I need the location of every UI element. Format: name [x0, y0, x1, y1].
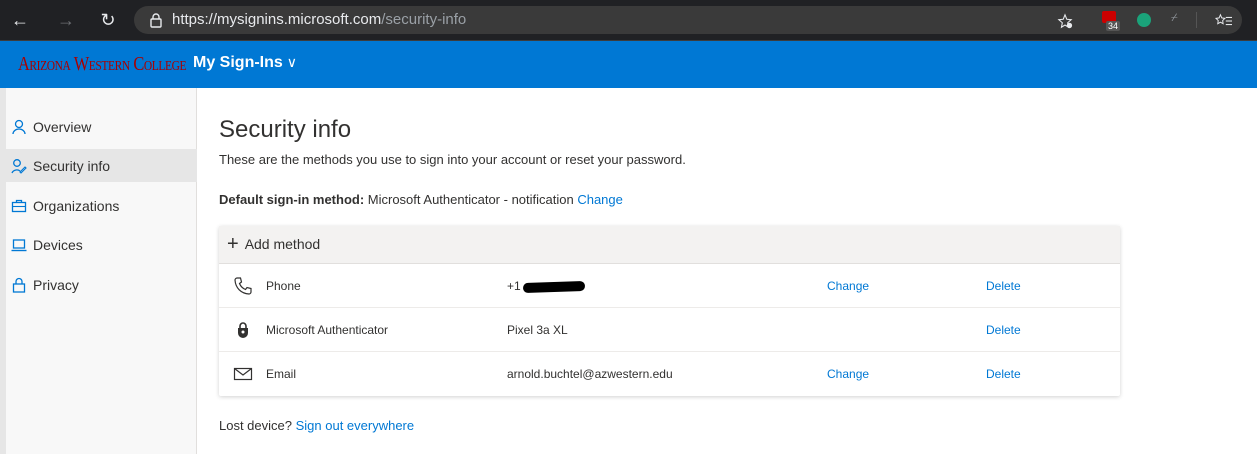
change-default-method-link[interactable]: Change — [577, 192, 623, 207]
change-phone-link[interactable]: Change — [827, 279, 869, 293]
lock-icon — [12, 277, 26, 293]
refresh-icon[interactable]: ↻ — [96, 8, 120, 32]
default-method-value: Microsoft Authenticator - notification — [364, 192, 578, 207]
lost-device-line: Lost device? Sign out everywhere — [219, 418, 414, 433]
delete-email-link[interactable]: Delete — [986, 367, 1021, 381]
lost-device-text: Lost device? — [219, 418, 296, 433]
sidebar-item-privacy[interactable]: Privacy — [6, 268, 197, 301]
app-title-menu[interactable]: My Sign-Ins ∨ — [193, 54, 297, 72]
page-title: Security info — [219, 116, 352, 143]
default-method-label: Default sign-in method: — [219, 192, 365, 207]
sign-out-everywhere-link[interactable]: Sign out everywhere — [296, 418, 415, 433]
methods-card-header: + Add method — [219, 226, 1120, 264]
add-method-button[interactable]: + Add method — [227, 234, 320, 254]
address-bar[interactable]: https://mysignins.microsoft.com/security… — [134, 6, 1242, 34]
default-sign-in-method: Default sign-in method: Microsoft Authen… — [219, 192, 623, 207]
app-header: Arizona Western College My Sign-Ins ∨ — [0, 41, 1257, 88]
sidebar-item-security-info[interactable]: Security info — [6, 149, 197, 182]
method-value: arnold.buchtel@azwestern.edu — [507, 367, 673, 381]
sidebar-item-devices[interactable]: Devices — [6, 228, 197, 261]
method-value: Pixel 3a XL — [507, 323, 568, 337]
favorites-list-icon[interactable] — [1214, 13, 1234, 29]
extension-green-icon[interactable] — [1137, 13, 1151, 27]
method-row-phone: Phone +1 Change Delete — [219, 264, 1120, 308]
org-logo[interactable]: Arizona Western College — [18, 53, 187, 76]
delete-phone-link[interactable]: Delete — [986, 279, 1021, 293]
person-icon — [12, 119, 26, 134]
forward-arrow-icon[interactable]: → — [54, 8, 78, 32]
method-row-email: Email arnold.buchtel@azwestern.edu Chang… — [219, 352, 1120, 396]
method-name: Email — [266, 367, 297, 381]
change-email-link[interactable]: Change — [827, 367, 869, 381]
app-title: My Sign-Ins — [193, 54, 283, 71]
back-arrow-icon[interactable]: ← — [8, 8, 32, 32]
delete-authenticator-link[interactable]: Delete — [986, 323, 1021, 337]
plus-icon: + — [227, 233, 239, 255]
methods-card: + Add method Phone +1 Change Delete Micr… — [219, 226, 1120, 396]
briefcase-icon — [11, 199, 27, 212]
method-name: Microsoft Authenticator — [266, 323, 389, 337]
security-info-icon — [11, 158, 27, 174]
padlock-icon[interactable] — [148, 12, 164, 28]
chevron-down-icon: ∨ — [286, 54, 298, 70]
phone-icon — [234, 277, 252, 295]
main-content: Security info These are the methods you … — [197, 88, 1257, 454]
authenticator-icon — [238, 322, 248, 338]
extension-ublock-icon[interactable]: 34 — [1102, 11, 1121, 31]
page-description: These are the methods you use to sign in… — [219, 152, 686, 167]
extension-badge: 34 — [1106, 21, 1121, 31]
add-method-label: Add method — [244, 236, 321, 252]
toolbar-divider — [1196, 12, 1197, 28]
laptop-icon — [11, 238, 27, 251]
extension-pin-icon[interactable]: ⌿ — [1171, 12, 1185, 28]
sidebar-item-overview[interactable]: Overview — [6, 110, 197, 143]
browser-toolbar: ← → ↻ https://mysignins.microsoft.com/se… — [0, 0, 1257, 41]
phone-prefix: +1 — [507, 279, 521, 293]
redaction-mark — [522, 280, 585, 293]
method-row-authenticator: Microsoft Authenticator Pixel 3a XL Dele… — [219, 308, 1120, 352]
envelope-icon — [233, 367, 253, 381]
url-text[interactable]: https://mysignins.microsoft.com/security… — [172, 11, 466, 28]
method-value: +1 — [507, 279, 585, 293]
favorites-star-icon[interactable] — [1056, 13, 1074, 29]
sidebar-item-organizations[interactable]: Organizations — [6, 189, 197, 222]
sidebar: Overview Security info Organizations Dev… — [0, 88, 197, 454]
method-name: Phone — [266, 279, 301, 293]
